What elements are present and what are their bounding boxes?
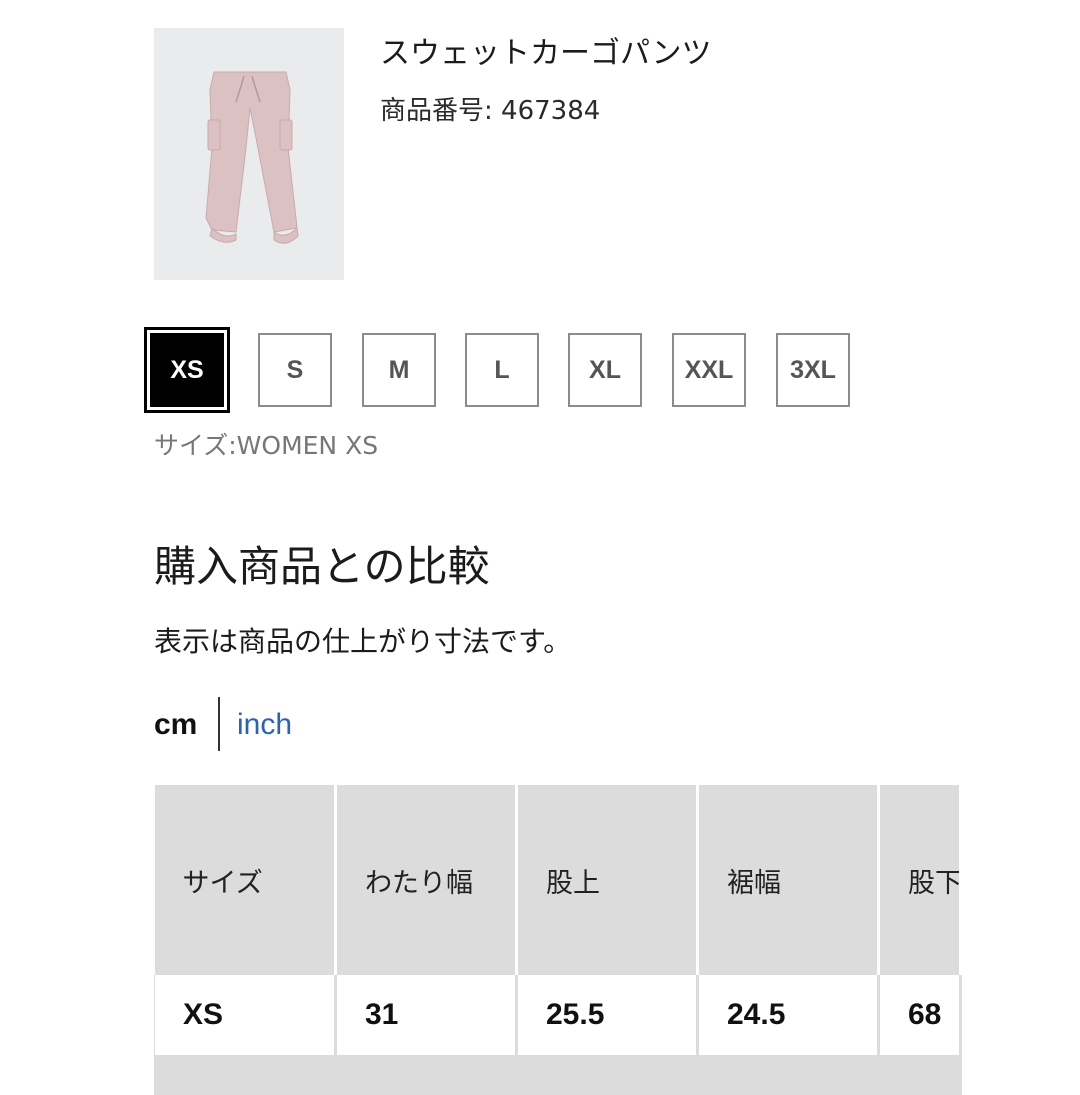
size-option-s[interactable]: S: [258, 333, 332, 407]
product-number: 商品番号: 467384: [380, 96, 601, 126]
cargo-pants-illustration: [205, 71, 299, 244]
size-option-xl[interactable]: XL: [568, 333, 642, 407]
header-rise: 股上: [516, 785, 699, 975]
size-option-3xl[interactable]: 3XL: [776, 333, 850, 407]
unit-divider: [218, 697, 220, 751]
size-option-xs[interactable]: XS: [144, 327, 230, 413]
size-option-m[interactable]: M: [362, 333, 436, 407]
unit-inch-toggle[interactable]: inch: [237, 708, 292, 742]
header-inseam: 股下: [878, 785, 962, 975]
table-row: [154, 1055, 962, 1095]
cell-inseam: 68: [878, 975, 962, 1055]
dimensions-note: 表示は商品の仕上がり寸法です。: [154, 625, 572, 658]
cell-rise: 25.5: [516, 975, 699, 1055]
product-image: [154, 28, 344, 280]
size-option-xxl[interactable]: XXL: [672, 333, 746, 407]
table-header-row: サイズ わたり幅 股上 裾幅 股下: [154, 785, 962, 975]
cell-size: XS: [154, 975, 337, 1055]
cell-thigh-width: 31: [335, 975, 518, 1055]
header-size: サイズ: [154, 785, 337, 975]
size-option-l[interactable]: L: [465, 333, 539, 407]
comparison-title: 購入商品との比較: [154, 542, 490, 591]
size-table: サイズ わたり幅 股上 裾幅 股下 XS 31 25.5 24.5 68: [154, 785, 962, 1095]
cell-hem-width: 24.5: [697, 975, 880, 1055]
product-name: スウェットカーゴパンツ: [380, 36, 712, 71]
header-thigh-width: わたり幅: [335, 785, 518, 975]
unit-cm-toggle[interactable]: cm: [154, 708, 197, 742]
header-hem-width: 裾幅: [697, 785, 880, 975]
selected-size-caption: サイズ:WOMEN XS: [154, 431, 379, 460]
table-row: XS 31 25.5 24.5 68: [154, 975, 962, 1055]
